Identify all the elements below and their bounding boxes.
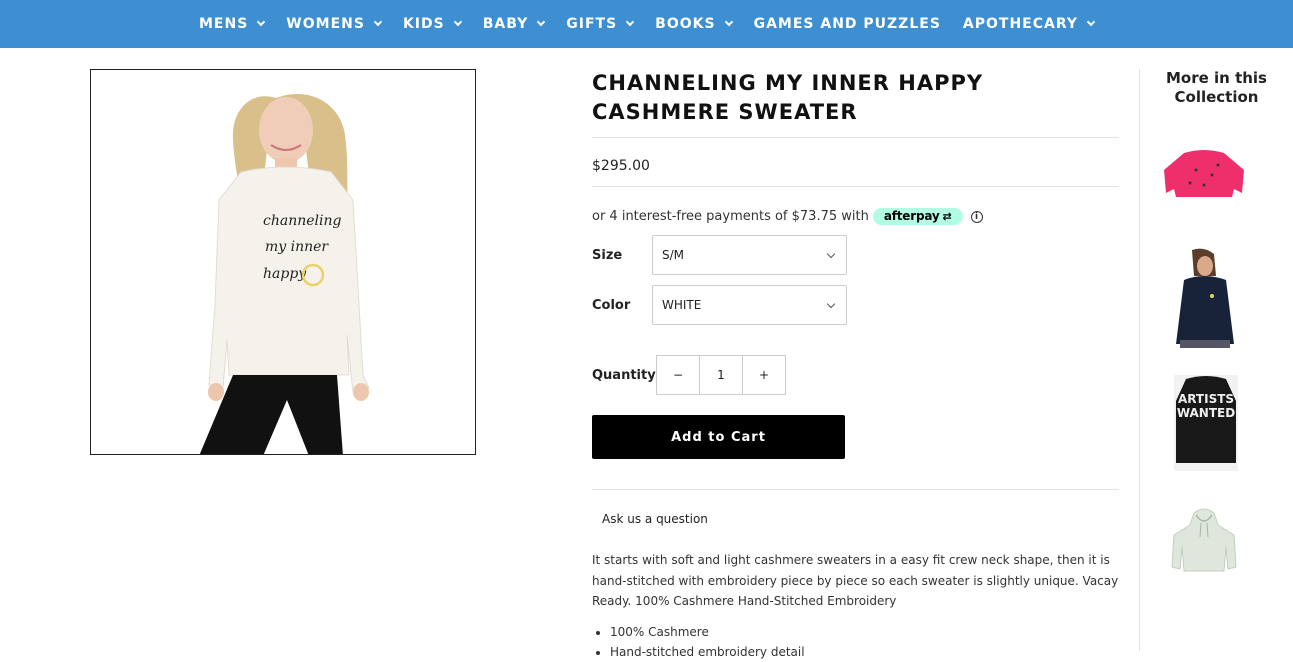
- sweater-text-line3: happy: [263, 266, 307, 282]
- afterpay-logo[interactable]: afterpay ⇄: [872, 208, 963, 225]
- afterpay-row: or 4 interest-free payments of $73.75 wi…: [592, 208, 1119, 225]
- chevron-down-icon: [1086, 17, 1096, 27]
- chevron-down-icon: [826, 299, 836, 308]
- nav-books[interactable]: BOOKS: [655, 16, 733, 32]
- quantity-label: Quantity: [592, 367, 656, 383]
- chevron-down-icon: [724, 17, 733, 27]
- nav-label: APOTHECARY: [962, 16, 1078, 32]
- product-info: CHANNELING MY INNER HAPPY CASHMERE SWEAT…: [592, 69, 1119, 662]
- afterpay-arrows-icon: ⇄: [942, 209, 952, 223]
- main-nav: MENS WOMENS KIDS BABY GIFTS BOOKS GAMES …: [0, 0, 1293, 48]
- product-image[interactable]: channeling my inner happy: [90, 69, 476, 455]
- size-row: Size S/M: [592, 235, 1119, 275]
- nav-label: KIDS: [402, 16, 445, 32]
- chevron-down-icon: [625, 17, 635, 27]
- quantity-row: Quantity − 1 +: [592, 355, 1119, 395]
- chevron-down-icon: [826, 249, 836, 258]
- quantity-decrease-button[interactable]: −: [657, 356, 699, 394]
- collection-thumb-artists-wanted-sweater[interactable]: ARTISTS WANTED: [1154, 371, 1254, 471]
- color-label: Color: [592, 297, 631, 313]
- chevron-down-icon: [257, 17, 266, 27]
- ask-question-link[interactable]: Ask us a question: [602, 512, 1119, 526]
- collection-sidebar: More in this Collection ARTISTS WANTED: [1139, 69, 1293, 651]
- size-label: Size: [592, 247, 623, 263]
- chevron-down-icon: [537, 17, 546, 27]
- sidebar-heading: More in this Collection: [1166, 69, 1267, 106]
- color-value: WHITE: [662, 298, 702, 312]
- list-item: 100% Cashmere: [610, 622, 1119, 642]
- size-value: S/M: [662, 248, 685, 262]
- add-to-cart-button[interactable]: Add to Cart: [592, 415, 845, 459]
- chevron-down-icon: [373, 17, 383, 27]
- thumb-text-line2: WANTED: [1177, 406, 1235, 420]
- afterpay-text: or 4 interest-free payments of $73.75 wi…: [592, 209, 869, 224]
- nav-label: BABY: [482, 16, 529, 32]
- collection-thumb-hoodie[interactable]: [1154, 495, 1254, 595]
- nav-label: GIFTS: [566, 16, 618, 32]
- nav-label: GAMES AND PUZZLES: [753, 16, 941, 32]
- nav-gifts[interactable]: GIFTS: [566, 16, 635, 32]
- nav-mens[interactable]: MENS: [199, 16, 266, 32]
- product-price: $295.00: [592, 138, 1119, 187]
- thumb-text-line1: ARTISTS: [1178, 392, 1234, 406]
- nav-baby[interactable]: BABY: [482, 16, 546, 32]
- info-icon[interactable]: i: [970, 210, 983, 223]
- sweater-text-line2: my inner: [265, 239, 329, 255]
- nav-label: MENS: [199, 16, 249, 32]
- artists-wanted-sweater-image: ARTISTS WANTED: [1174, 375, 1238, 471]
- quantity-increase-button[interactable]: +: [743, 356, 785, 394]
- product-description: It starts with soft and light cashmere s…: [592, 553, 1119, 608]
- quantity-input[interactable]: 1: [699, 356, 743, 394]
- color-row: Color WHITE: [592, 285, 1119, 325]
- color-select[interactable]: WHITE: [652, 285, 847, 325]
- nav-label: WOMENS: [286, 16, 365, 32]
- list-item: Hand-stitched embroidery detail: [610, 642, 1119, 662]
- chevron-down-icon: [453, 17, 462, 27]
- sweater-text-line1: channeling: [263, 213, 341, 229]
- mint-hoodie-image: [1171, 508, 1237, 572]
- quantity-stepper: − 1 +: [656, 355, 786, 395]
- divider: [592, 489, 1119, 490]
- navy-sweater-image: [1174, 248, 1236, 348]
- nav-label: BOOKS: [655, 16, 716, 32]
- nav-womens[interactable]: WOMENS: [286, 16, 383, 32]
- nav-games-and-puzzles[interactable]: GAMES AND PUZZLES: [754, 16, 941, 32]
- sweater-model-image: channeling my inner happy: [91, 70, 475, 454]
- collection-thumb-pink-sweater[interactable]: [1154, 125, 1254, 225]
- product-title: CHANNELING MY INNER HAPPY CASHMERE SWEAT…: [592, 69, 1119, 138]
- nav-kids[interactable]: KIDS: [402, 16, 462, 32]
- afterpay-brand: afterpay: [883, 209, 940, 223]
- feature-list: 100% Cashmere Hand-stitched embroidery d…: [592, 622, 1119, 662]
- nav-apothecary[interactable]: APOTHECARY: [962, 16, 1096, 32]
- size-select[interactable]: S/M: [652, 235, 847, 275]
- collection-thumb-navy-sweater[interactable]: [1154, 248, 1254, 348]
- pink-sweater-image: [1164, 150, 1244, 197]
